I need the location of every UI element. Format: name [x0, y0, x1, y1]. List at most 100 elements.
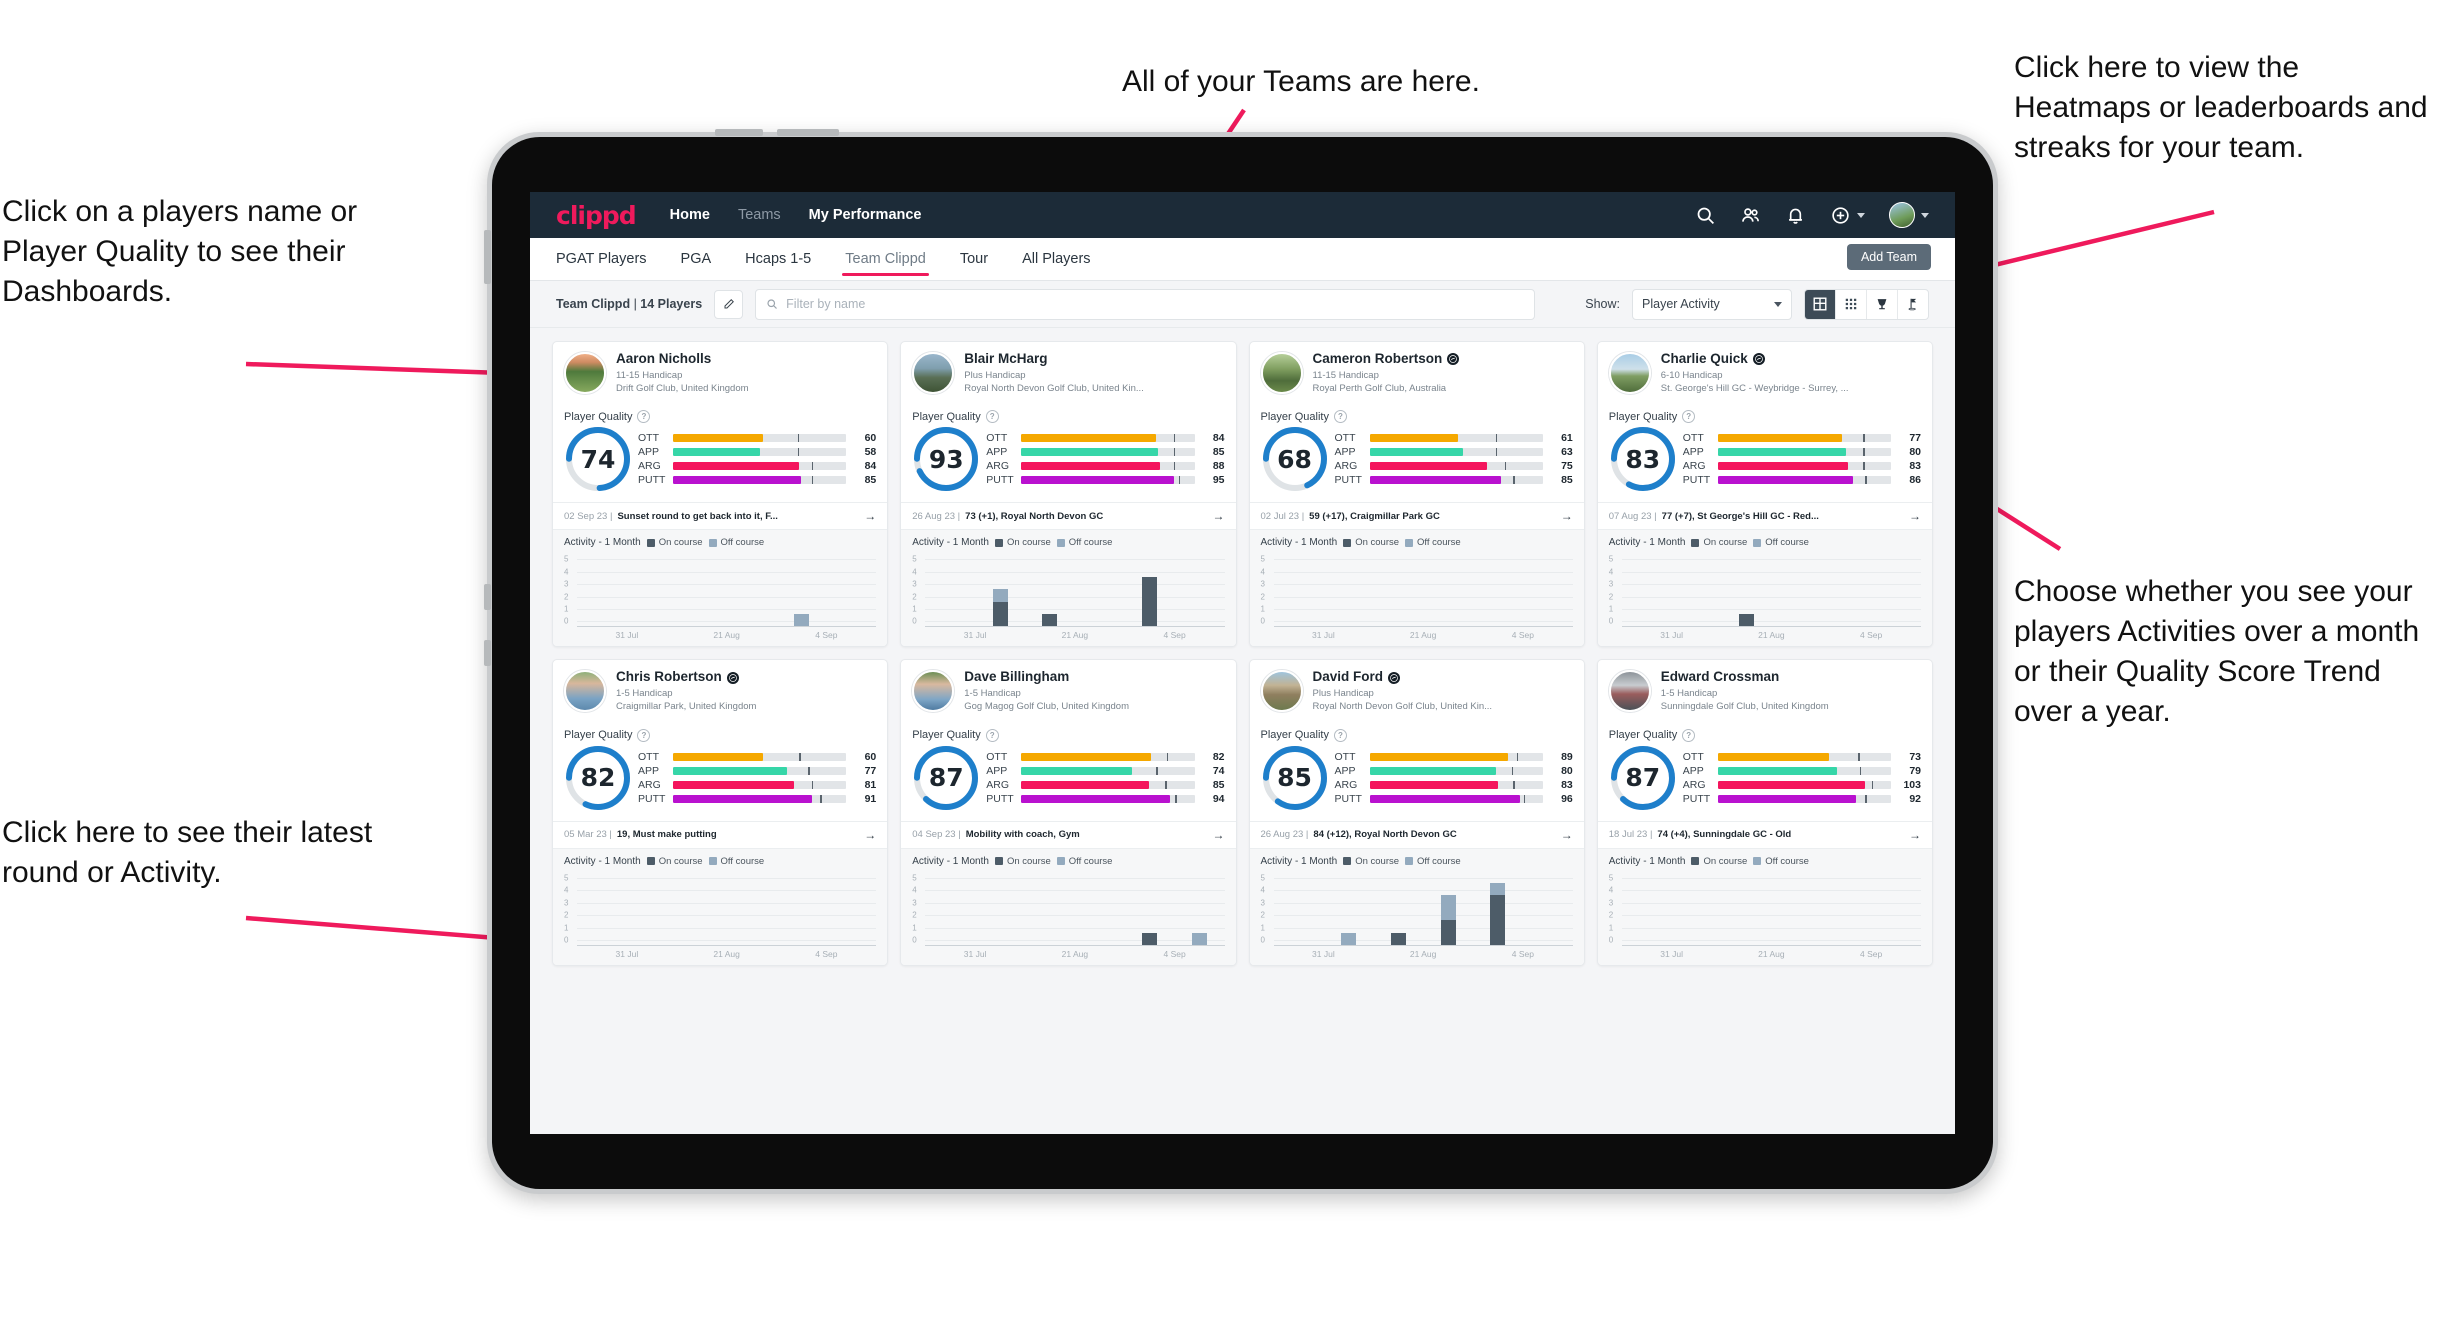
device-button-top-2[interactable] [777, 129, 839, 136]
player-quality-body[interactable]: 82 OTT 60 APP 77 ARG 81 PUTT 91 [553, 742, 887, 821]
player-card[interactable]: Cameron Robertson 11-15 Handicap Royal P… [1248, 341, 1585, 648]
device-button-side-1[interactable] [484, 230, 491, 284]
last-activity-row[interactable]: 02 Sep 23 | Sunset round to get back int… [553, 502, 888, 529]
arrow-right-icon[interactable]: → [864, 828, 876, 842]
player-avatar[interactable] [1260, 352, 1303, 394]
quality-ring-wrap[interactable]: 87 [912, 744, 980, 812]
quality-ring-wrap[interactable]: 82 [564, 744, 632, 812]
arrow-right-icon[interactable]: → [1561, 509, 1573, 523]
player-header[interactable]: Dave Billingham 1-5 Handicap Gog Magog G… [901, 660, 1235, 722]
player-quality-body[interactable]: 87 OTT 73 APP 79 ARG 103 PUTT 92 [1598, 742, 1932, 821]
tab-pgat-players[interactable]: PGAT Players [556, 238, 647, 280]
player-name[interactable]: Aaron Nicholls [616, 351, 876, 367]
player-header[interactable]: Edward Crossman 1-5 Handicap Sunningdale… [1598, 660, 1932, 722]
flag-course-view-button[interactable] [1898, 290, 1928, 319]
arrow-right-icon[interactable]: → [1561, 828, 1573, 842]
last-activity-row[interactable]: 26 Aug 23 | 73 (+1), Royal North Devon G… [901, 502, 1236, 529]
player-card[interactable]: Blair McHarg Plus Handicap Royal North D… [900, 341, 1237, 648]
tab-team-clippd[interactable]: Team Clippd [842, 238, 929, 280]
player-card[interactable]: Chris Robertson 1-5 Handicap Craigmillar… [552, 659, 889, 966]
player-avatar[interactable] [1260, 670, 1303, 713]
player-name[interactable]: Chris Robertson [616, 670, 876, 685]
tab-pga[interactable]: PGA [681, 238, 712, 280]
quality-ring-wrap[interactable]: 87 [1609, 744, 1677, 812]
help-icon[interactable]: ? [1333, 728, 1347, 742]
player-quality-body[interactable]: 74 OTT 60 APP 58 ARG 84 PUTT 85 [553, 423, 887, 502]
last-activity-row[interactable]: 18 Jul 23 | 74 (+4), Sunningdale GC - Ol… [1597, 820, 1932, 848]
help-icon[interactable]: ? [1682, 728, 1696, 742]
player-quality-body[interactable]: 83 OTT 77 APP 80 ARG 83 PUTT 86 [1598, 423, 1932, 502]
help-icon[interactable]: ? [637, 410, 651, 424]
plus-chevron-down-icon[interactable] [1857, 212, 1865, 218]
last-activity-row[interactable]: 07 Aug 23 | 77 (+7), St George's Hill GC… [1597, 502, 1932, 529]
player-avatar[interactable] [912, 670, 955, 713]
device-button-top-1[interactable] [715, 129, 763, 136]
last-activity-row[interactable]: 02 Jul 23 | 59 (+17), Craigmillar Park G… [1249, 502, 1584, 529]
player-card[interactable]: Aaron Nicholls 11-15 Handicap Drift Golf… [552, 341, 889, 648]
arrow-right-icon[interactable]: → [1909, 828, 1921, 842]
quality-ring-wrap[interactable]: 93 [912, 425, 980, 493]
quality-ring-wrap[interactable]: 68 [1261, 425, 1329, 493]
dense-grid-view-button[interactable] [1836, 289, 1867, 319]
arrow-right-icon[interactable]: → [1909, 509, 1921, 523]
player-avatar[interactable] [564, 352, 606, 394]
help-icon[interactable]: ? [985, 410, 999, 424]
add-team-button[interactable]: Add Team [1846, 244, 1931, 270]
player-name[interactable]: Blair McHarg [964, 351, 1224, 367]
edit-team-button[interactable] [714, 289, 744, 319]
search-icon[interactable] [1695, 205, 1716, 226]
clippd-logo[interactable]: clippd [556, 201, 637, 230]
plus-circle-icon[interactable] [1830, 205, 1851, 226]
player-card[interactable]: Charlie Quick 6-10 Handicap St. George's… [1596, 341, 1933, 648]
player-name[interactable]: Edward Crossman [1661, 670, 1921, 685]
nav-teams[interactable]: Teams [738, 207, 781, 223]
people-icon[interactable] [1740, 205, 1761, 226]
tab-hcaps-1-5[interactable]: Hcaps 1-5 [745, 238, 811, 280]
quality-ring-wrap[interactable]: 83 [1609, 425, 1677, 493]
help-icon[interactable]: ? [985, 728, 999, 742]
player-header[interactable]: Cameron Robertson 11-15 Handicap Royal P… [1250, 342, 1584, 404]
player-header[interactable]: David Ford Plus Handicap Royal North Dev… [1250, 660, 1584, 722]
avatar-chevron-down-icon[interactable] [1921, 212, 1929, 218]
player-name[interactable]: Charlie Quick [1661, 351, 1921, 367]
player-card[interactable]: Dave Billingham 1-5 Handicap Gog Magog G… [900, 659, 1237, 966]
arrow-right-icon[interactable]: → [864, 509, 876, 523]
show-select[interactable]: Player Activity [1632, 288, 1792, 320]
last-activity-row[interactable]: 05 Mar 23 | 19, Must make putting → [553, 820, 888, 848]
player-header[interactable]: Aaron Nicholls 11-15 Handicap Drift Golf… [553, 342, 887, 404]
device-button-side-2[interactable] [484, 584, 491, 610]
arrow-right-icon[interactable]: → [1213, 828, 1225, 842]
player-card[interactable]: Edward Crossman 1-5 Handicap Sunningdale… [1596, 659, 1933, 966]
quality-ring-wrap[interactable]: 74 [564, 425, 632, 493]
player-name[interactable]: Cameron Robertson [1313, 351, 1573, 367]
player-card[interactable]: David Ford Plus Handicap Royal North Dev… [1248, 659, 1585, 966]
player-quality-body[interactable]: 87 OTT 82 APP 74 ARG 85 PUTT 94 [901, 742, 1235, 821]
help-icon[interactable]: ? [1333, 410, 1347, 424]
help-icon[interactable]: ? [1682, 410, 1696, 424]
nav-home[interactable]: Home [670, 207, 710, 223]
player-quality-body[interactable]: 93 OTT 84 APP 85 ARG 88 PUTT 95 [901, 423, 1235, 502]
player-quality-body[interactable]: 85 OTT 89 APP 80 ARG 83 PUTT 96 [1250, 742, 1584, 821]
player-name[interactable]: Dave Billingham [964, 670, 1224, 685]
player-header[interactable]: Charlie Quick 6-10 Handicap St. George's… [1598, 342, 1932, 404]
avatar[interactable] [1889, 202, 1915, 228]
player-avatar[interactable] [1608, 670, 1651, 713]
last-activity-row[interactable]: 04 Sep 23 | Mobility with coach, Gym → [901, 820, 1236, 848]
help-icon[interactable]: ? [637, 728, 651, 742]
tab-tour[interactable]: Tour [960, 238, 988, 280]
search-input[interactable]: Filter by name [755, 288, 1536, 320]
card-grid-view-button[interactable] [1805, 289, 1836, 319]
quality-ring-wrap[interactable]: 85 [1261, 744, 1329, 812]
trophy-leaderboard-view-button[interactable] [1867, 289, 1898, 319]
last-activity-row[interactable]: 26 Aug 23 | 84 (+12), Royal North Devon … [1249, 820, 1584, 848]
player-avatar[interactable] [912, 352, 955, 394]
player-avatar[interactable] [564, 670, 606, 713]
bell-icon[interactable] [1785, 205, 1806, 226]
player-quality-body[interactable]: 68 OTT 61 APP 63 ARG 75 PUTT 85 [1250, 423, 1584, 502]
player-avatar[interactable] [1608, 352, 1651, 394]
arrow-right-icon[interactable]: → [1213, 509, 1225, 523]
device-button-side-3[interactable] [484, 640, 491, 666]
tab-all-players[interactable]: All Players [1022, 238, 1091, 280]
nav-my-performance[interactable]: My Performance [809, 207, 922, 223]
player-name[interactable]: David Ford [1313, 670, 1573, 685]
